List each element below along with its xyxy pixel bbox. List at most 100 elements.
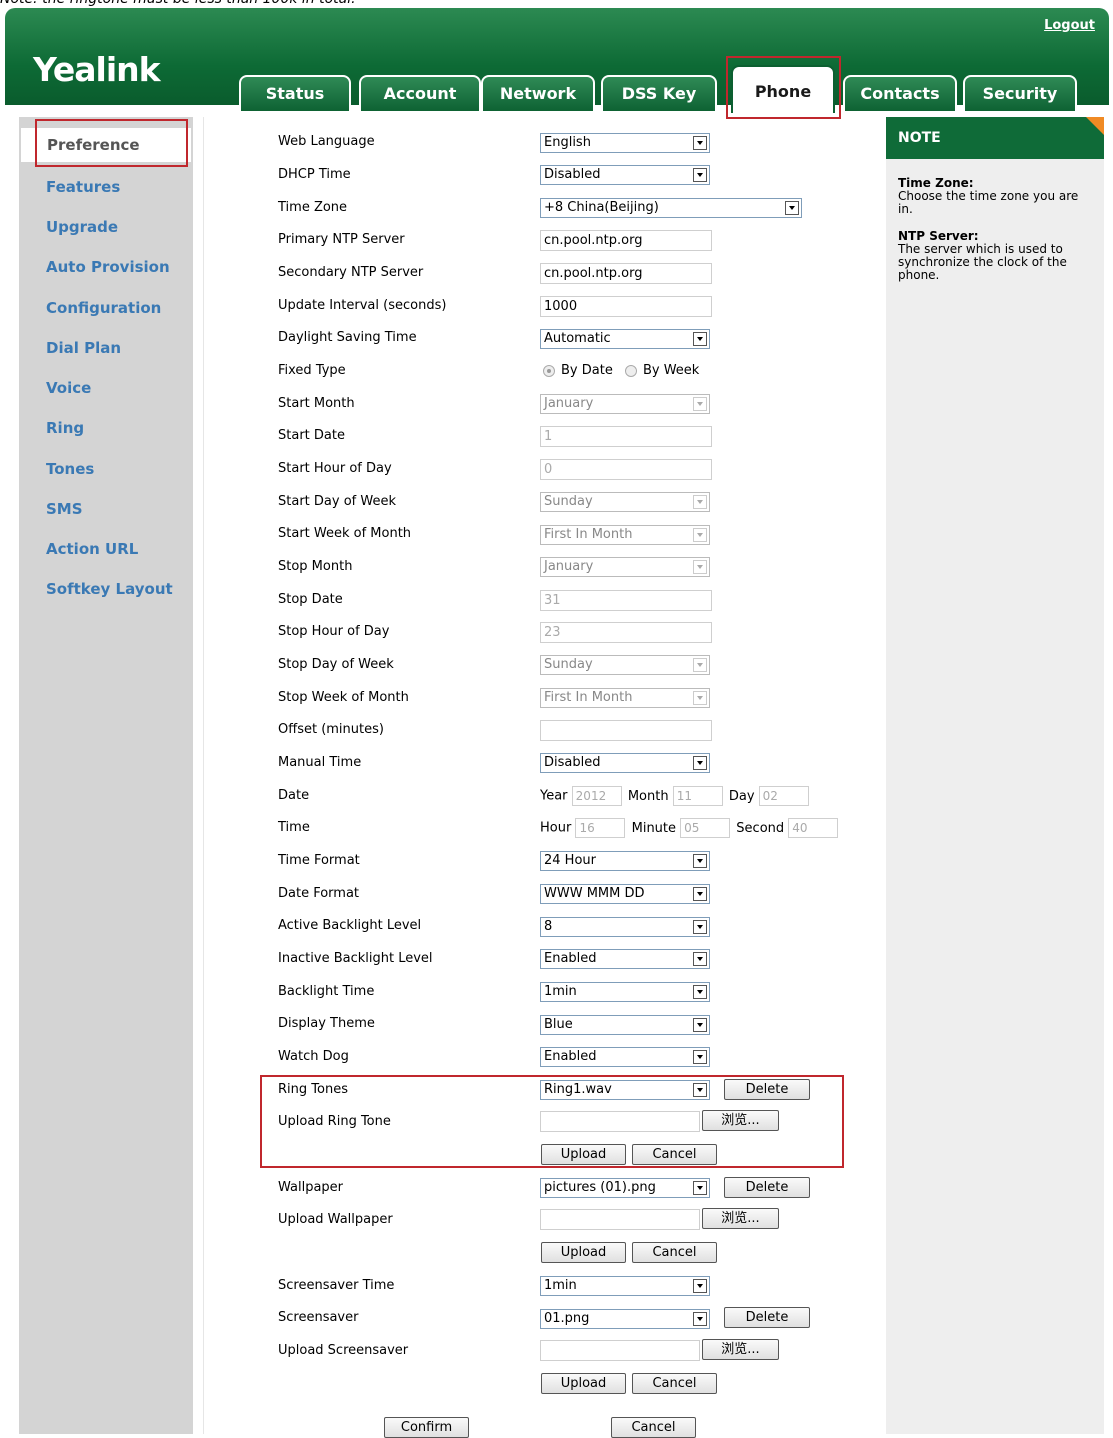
display-theme-select[interactable]: Blue bbox=[540, 1015, 710, 1035]
sidebar-item-voice[interactable]: Voice bbox=[46, 379, 91, 397]
start-hour-input[interactable]: 0 bbox=[540, 459, 712, 480]
month-input[interactable]: 11 bbox=[672, 786, 723, 806]
day-input[interactable]: 02 bbox=[758, 786, 809, 806]
screensaver-time-select[interactable]: 1min bbox=[540, 1276, 710, 1296]
offset-input[interactable] bbox=[540, 720, 712, 741]
year-input[interactable]: 2012 bbox=[571, 786, 622, 806]
label-stop-date: Stop Date bbox=[278, 592, 343, 607]
watch-dog-select[interactable]: Enabled bbox=[540, 1047, 710, 1067]
by-week-radio[interactable] bbox=[624, 364, 637, 377]
tab-security[interactable]: Security bbox=[963, 75, 1077, 111]
label-stop-wom: Stop Week of Month bbox=[278, 690, 409, 705]
stop-date-input[interactable]: 31 bbox=[540, 590, 712, 611]
chevron-down-icon bbox=[693, 985, 707, 999]
screensaver-upload-button[interactable]: Upload bbox=[541, 1373, 626, 1394]
label-update-interval: Update Interval (seconds) bbox=[278, 298, 447, 313]
label-stop-dow: Stop Day of Week bbox=[278, 657, 394, 672]
secondary-ntp-input[interactable]: cn.pool.ntp.org bbox=[540, 263, 712, 284]
tab-contacts[interactable]: Contacts bbox=[843, 75, 957, 111]
wallpaper-upload-button[interactable]: Upload bbox=[541, 1242, 626, 1263]
logout-link[interactable]: Logout bbox=[1044, 18, 1095, 33]
minute-input[interactable]: 05 bbox=[680, 818, 731, 838]
label-start-dow: Start Day of Week bbox=[278, 494, 396, 509]
chevron-down-icon bbox=[693, 168, 707, 182]
screensaver-select[interactable]: 01.png bbox=[540, 1309, 710, 1329]
stop-hour-input[interactable]: 23 bbox=[540, 622, 712, 643]
wallpaper-select[interactable]: pictures (01).png bbox=[540, 1178, 710, 1198]
inactive-backlight-select[interactable]: Enabled bbox=[540, 949, 710, 969]
by-date-radio[interactable] bbox=[543, 364, 555, 377]
manual-time-select[interactable]: Disabled bbox=[540, 753, 710, 773]
time-fields: Hour 16 Minute 05 Second 40 bbox=[540, 818, 839, 838]
start-date-input[interactable]: 1 bbox=[540, 426, 712, 447]
label-screensaver-time: Screensaver Time bbox=[278, 1278, 395, 1293]
wallpaper-delete-button[interactable]: Delete bbox=[724, 1177, 810, 1198]
note-title: NOTE bbox=[886, 117, 1104, 159]
active-backlight-select[interactable]: 8 bbox=[540, 917, 710, 937]
year-label: Year bbox=[540, 788, 568, 804]
backlight-time-select[interactable]: 1min bbox=[540, 982, 710, 1002]
cancel-button[interactable]: Cancel bbox=[611, 1417, 696, 1438]
chevron-down-icon bbox=[693, 1018, 707, 1032]
label-wallpaper: Wallpaper bbox=[278, 1180, 344, 1195]
sidebar-item-softkey-layout[interactable]: Softkey Layout bbox=[46, 580, 173, 598]
note-ntp-text: The server which is used to synchronize … bbox=[898, 242, 1067, 282]
chevron-down-icon bbox=[693, 528, 707, 542]
label-start-wom: Start Week of Month bbox=[278, 526, 412, 541]
screensaver-delete-button[interactable]: Delete bbox=[724, 1307, 810, 1328]
time-zone-select[interactable]: +8 China(Beijing) bbox=[540, 198, 802, 218]
tab-network[interactable]: Network bbox=[481, 75, 595, 111]
chevron-down-icon bbox=[693, 658, 707, 672]
second-input[interactable]: 40 bbox=[788, 818, 839, 838]
start-month-select[interactable]: January bbox=[540, 394, 710, 414]
start-dow-select[interactable]: Sunday bbox=[540, 492, 710, 512]
tab-account[interactable]: Account bbox=[359, 75, 481, 111]
primary-ntp-input[interactable]: cn.pool.ntp.org bbox=[540, 230, 712, 251]
sidebar-item-tones[interactable]: Tones bbox=[46, 460, 94, 478]
label-time: Time bbox=[278, 820, 310, 835]
hour-input[interactable]: 16 bbox=[575, 818, 626, 838]
chevron-down-icon bbox=[693, 397, 707, 411]
stop-month-select[interactable]: January bbox=[540, 557, 710, 577]
dst-select[interactable]: Automatic bbox=[540, 329, 710, 349]
sidebar-item-sms[interactable]: SMS bbox=[46, 500, 83, 518]
chevron-down-icon bbox=[693, 691, 707, 705]
screensaver-browse-button[interactable]: 浏览... bbox=[702, 1339, 779, 1360]
date-format-select[interactable]: WWW MMM DD bbox=[540, 884, 710, 904]
sidebar-item-dial-plan[interactable]: Dial Plan bbox=[46, 339, 121, 357]
chevron-down-icon bbox=[693, 1279, 707, 1293]
sidebar-item-features[interactable]: Features bbox=[46, 178, 120, 196]
highlight-preference bbox=[35, 119, 188, 167]
note-panel: NOTE Time Zone: Choose the time zone you … bbox=[886, 117, 1104, 1434]
label-stop-hour: Stop Hour of Day bbox=[278, 624, 390, 639]
sidebar-item-configuration[interactable]: Configuration bbox=[46, 299, 161, 317]
update-interval-input[interactable]: 1000 bbox=[540, 296, 712, 317]
chevron-down-icon bbox=[693, 854, 707, 868]
chevron-down-icon bbox=[693, 136, 707, 150]
screensaver-cancel-button[interactable]: Cancel bbox=[632, 1373, 717, 1394]
screensaver-file-input[interactable] bbox=[540, 1340, 700, 1361]
wallpaper-browse-button[interactable]: 浏览... bbox=[702, 1208, 779, 1229]
wallpaper-file-input[interactable] bbox=[540, 1209, 700, 1230]
fixed-type-radio-group: By Date By Week bbox=[543, 363, 699, 378]
tab-status[interactable]: Status bbox=[239, 75, 351, 111]
web-language-select[interactable]: English bbox=[540, 133, 710, 153]
label-watch-dog: Watch Dog bbox=[278, 1049, 349, 1064]
confirm-button[interactable]: Confirm bbox=[384, 1417, 469, 1438]
sidebar-item-action-url[interactable]: Action URL bbox=[46, 540, 138, 558]
tab-dss-key[interactable]: DSS Key bbox=[601, 75, 717, 111]
stop-wom-select[interactable]: First In Month bbox=[540, 688, 710, 708]
sidebar-item-ring[interactable]: Ring bbox=[46, 419, 84, 437]
header: Yealink Logout Status Account Network DS… bbox=[5, 8, 1109, 113]
chevron-down-icon bbox=[693, 920, 707, 934]
time-format-select[interactable]: 24 Hour bbox=[540, 851, 710, 871]
chevron-down-icon bbox=[693, 495, 707, 509]
note-body: Time Zone: Choose the time zone you are i… bbox=[898, 177, 1093, 296]
sidebar-item-auto-provision[interactable]: Auto Provision bbox=[46, 258, 170, 276]
sidebar-item-upgrade[interactable]: Upgrade bbox=[46, 218, 118, 236]
wallpaper-cancel-button[interactable]: Cancel bbox=[632, 1242, 717, 1263]
start-wom-select[interactable]: First In Month bbox=[540, 525, 710, 545]
stop-dow-select[interactable]: Sunday bbox=[540, 655, 710, 675]
dhcp-time-select[interactable]: Disabled bbox=[540, 165, 710, 185]
label-backlight-time: Backlight Time bbox=[278, 984, 375, 999]
